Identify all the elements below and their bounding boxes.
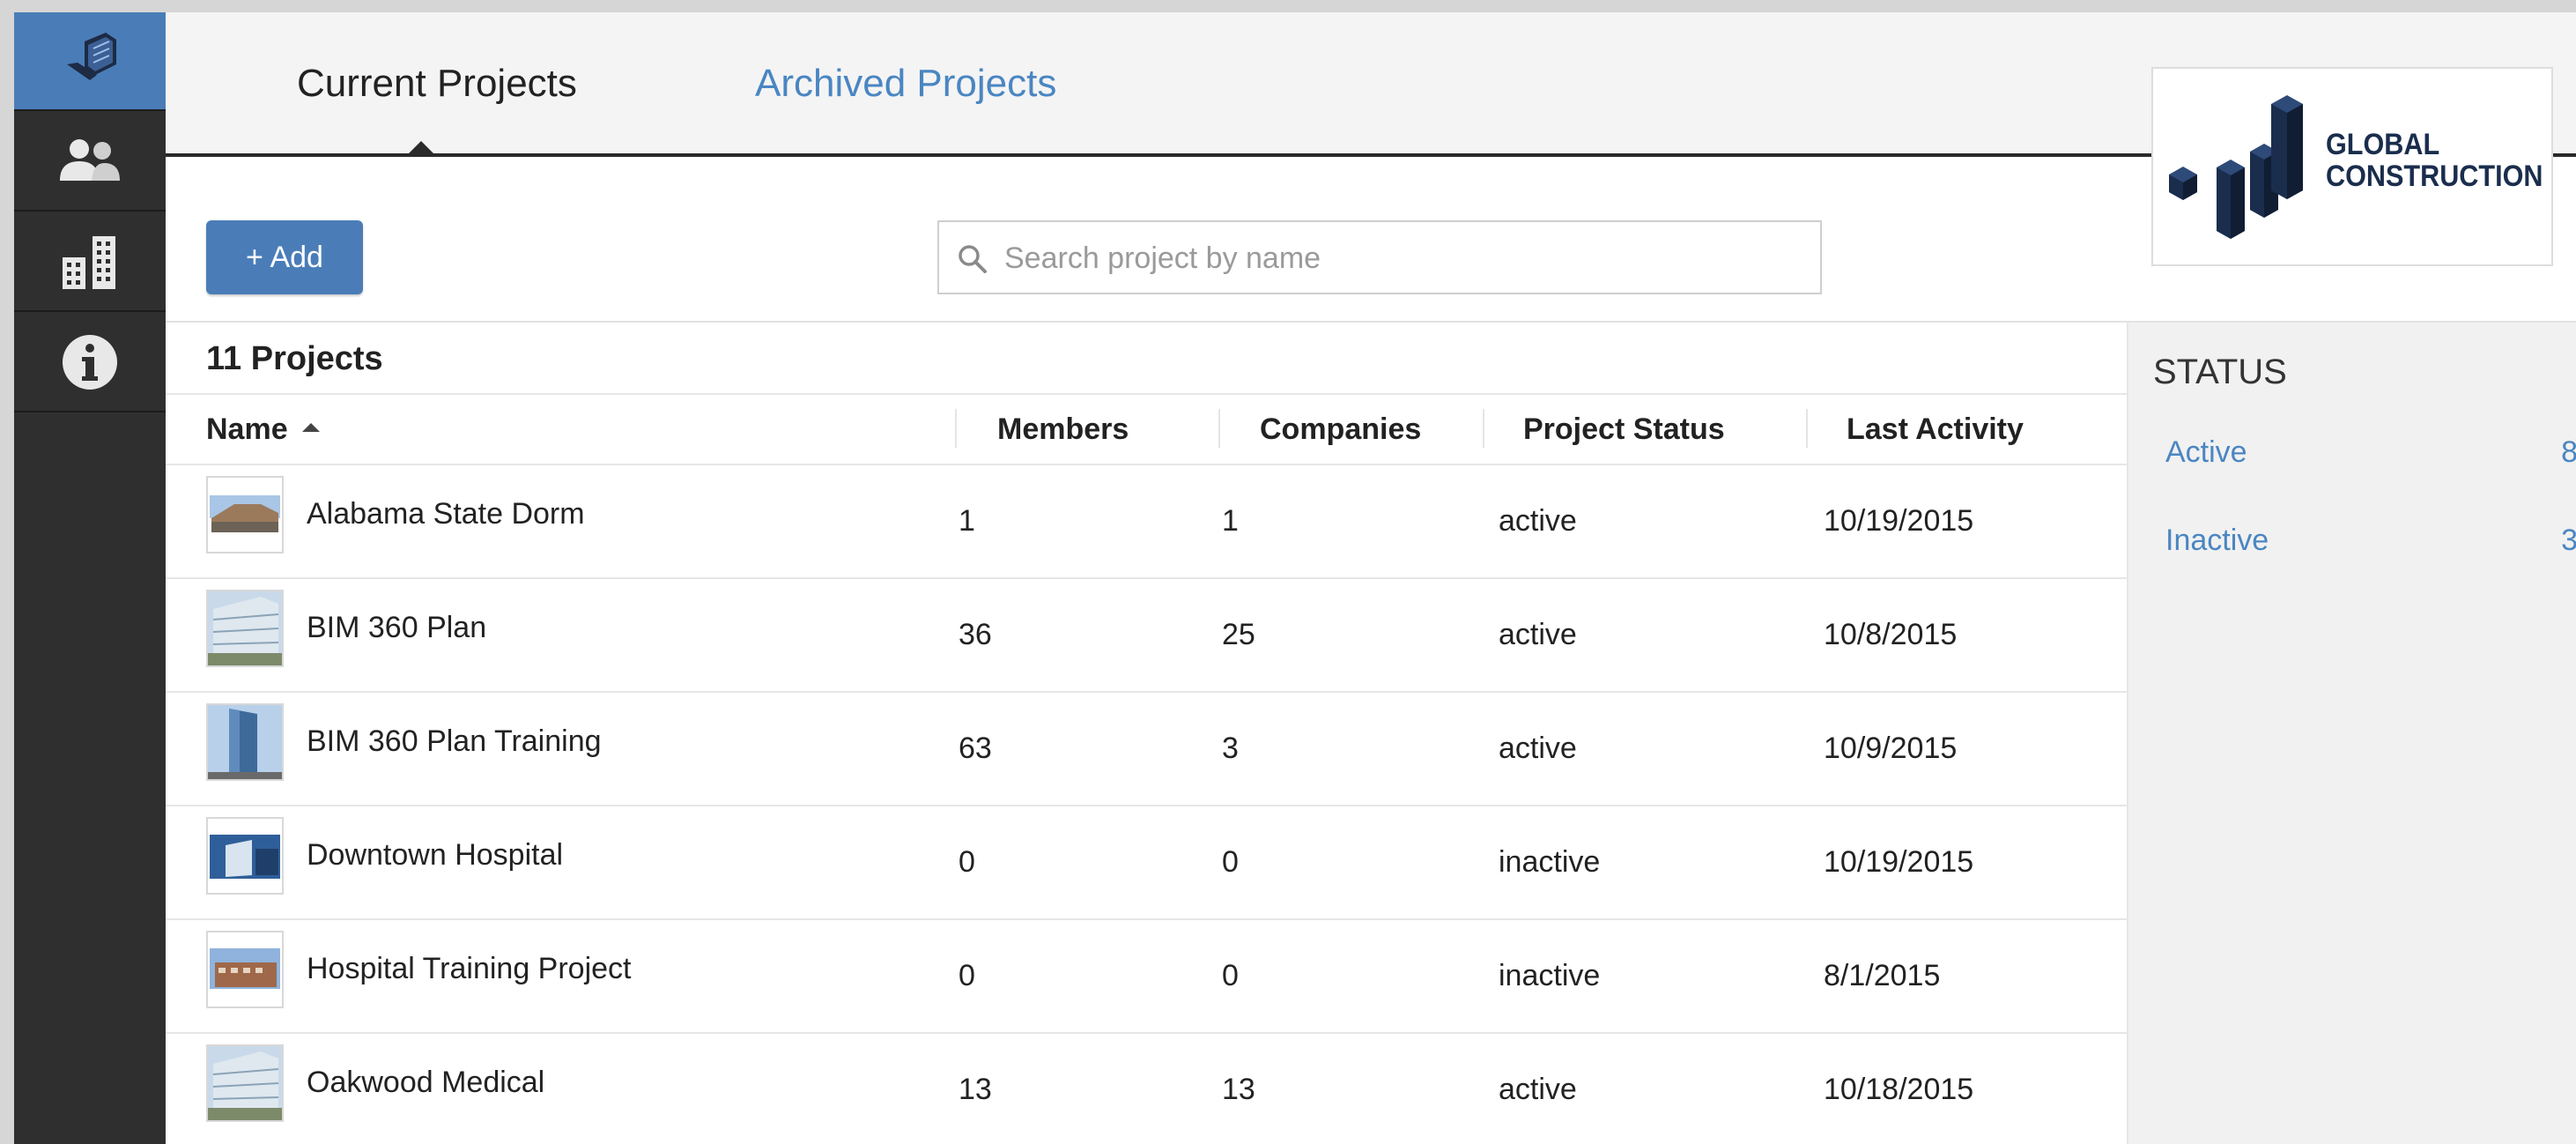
project-last-activity: 10/18/2015	[1824, 1073, 1974, 1106]
column-header-members[interactable]: Members	[997, 412, 1129, 447]
projects-table: 11 Projects Name Members Companies Proje…	[166, 321, 2127, 1144]
column-header-name-label: Name	[206, 412, 288, 446]
column-header-companies[interactable]: Companies	[1260, 412, 1421, 447]
tab-current-projects[interactable]: Current Projects	[297, 62, 577, 106]
sort-ascending-icon	[301, 423, 320, 433]
project-last-activity: 10/19/2015	[1824, 504, 1974, 538]
table-row[interactable]: BIM 360 Plan Training 63 3 active 10/9/2…	[166, 693, 2127, 806]
column-divider	[1806, 409, 1808, 448]
project-status: active	[1499, 504, 1577, 538]
sidebar-item-companies[interactable]	[14, 213, 166, 312]
project-name[interactable]: Downtown Hospital	[307, 838, 563, 873]
project-companies: 0	[1222, 845, 1239, 879]
app-logo-icon	[58, 29, 122, 93]
column-divider	[1218, 409, 1220, 448]
table-row[interactable]: Hospital Training Project 0 0 inactive 8…	[166, 920, 2127, 1034]
project-name[interactable]: BIM 360 Plan Training	[307, 724, 602, 759]
sidebar-item-people[interactable]	[14, 113, 166, 212]
search-input[interactable]	[1003, 231, 1799, 286]
column-header-project-status[interactable]: Project Status	[1523, 412, 1725, 447]
column-divider	[1483, 409, 1484, 448]
status-filter-label: Inactive	[2165, 524, 2269, 557]
project-status: inactive	[1499, 959, 1601, 992]
project-thumbnail	[206, 931, 284, 1008]
table-header: Name Members Companies Project Status La…	[166, 393, 2127, 465]
project-members: 1	[959, 504, 975, 538]
project-status: active	[1499, 1073, 1577, 1106]
app-window: Current Projects Archived Projects GLOBA…	[14, 12, 2576, 1144]
company-logo: GLOBAL CONSTRUCTION	[2151, 67, 2553, 266]
buildings-icon	[59, 231, 121, 293]
project-members: 0	[959, 959, 975, 992]
project-name[interactable]: BIM 360 Plan	[307, 611, 486, 645]
project-last-activity: 10/9/2015	[1824, 732, 1958, 765]
table-row[interactable]: Oakwood Medical 13 13 active 10/18/2015	[166, 1034, 2127, 1144]
project-last-activity: 10/19/2015	[1824, 845, 1974, 879]
status-filter-active[interactable]: Active 8	[2165, 435, 2576, 470]
search-box[interactable]	[937, 220, 1822, 294]
project-companies: 1	[1222, 504, 1239, 538]
project-status: active	[1499, 732, 1577, 765]
company-logo-text: GLOBAL CONSTRUCTION	[2326, 129, 2567, 192]
table-row[interactable]: Alabama State Dorm 1 1 active 10/19/2015	[166, 465, 2127, 579]
company-logo-line2: CONSTRUCTION	[2326, 160, 2543, 193]
project-name[interactable]: Oakwood Medical	[307, 1066, 544, 1100]
add-project-button[interactable]: + Add	[206, 220, 363, 294]
company-logo-line1: GLOBAL	[2326, 128, 2440, 161]
info-icon	[61, 333, 119, 391]
table-row[interactable]: Downtown Hospital 0 0 inactive 10/19/201…	[166, 806, 2127, 920]
people-icon	[56, 137, 123, 186]
tab-archived-projects[interactable]: Archived Projects	[755, 62, 1056, 106]
project-companies: 3	[1222, 732, 1239, 765]
project-count: 11 Projects	[206, 340, 383, 377]
project-thumbnail	[206, 703, 284, 781]
company-logo-mark	[2169, 95, 2303, 239]
column-divider	[955, 409, 957, 448]
project-thumbnail	[206, 476, 284, 553]
project-members: 63	[959, 732, 992, 765]
project-companies: 25	[1222, 618, 1255, 651]
project-companies: 0	[1222, 959, 1239, 992]
status-filter-count: 3	[2561, 524, 2576, 557]
status-filter-inactive[interactable]: Inactive 3	[2165, 524, 2576, 558]
status-filter-label: Active	[2165, 435, 2247, 469]
project-last-activity: 8/1/2015	[1824, 959, 1941, 992]
column-header-last-activity[interactable]: Last Activity	[1847, 412, 2024, 447]
project-companies: 13	[1222, 1073, 1255, 1106]
project-members: 13	[959, 1073, 992, 1106]
project-members: 36	[959, 618, 992, 651]
project-name[interactable]: Hospital Training Project	[307, 952, 632, 986]
project-status: active	[1499, 618, 1577, 651]
status-filter-panel: STATUS Active 8 Inactive 3	[2127, 321, 2576, 1144]
column-header-name[interactable]: Name	[206, 412, 320, 447]
project-status: inactive	[1499, 845, 1601, 879]
project-thumbnail	[206, 1044, 284, 1122]
table-row[interactable]: BIM 360 Plan 36 25 active 10/8/2015	[166, 579, 2127, 693]
project-name[interactable]: Alabama State Dorm	[307, 497, 585, 531]
status-panel-title: STATUS	[2153, 353, 2287, 391]
project-thumbnail	[206, 817, 284, 895]
sidebar	[14, 12, 166, 1144]
active-tab-indicator	[409, 141, 433, 153]
sidebar-item-info[interactable]	[14, 314, 166, 412]
status-filter-count: 8	[2561, 435, 2576, 469]
sidebar-item-home[interactable]	[14, 12, 166, 111]
project-last-activity: 10/8/2015	[1824, 618, 1958, 651]
project-members: 0	[959, 845, 975, 879]
project-thumbnail	[206, 590, 284, 667]
